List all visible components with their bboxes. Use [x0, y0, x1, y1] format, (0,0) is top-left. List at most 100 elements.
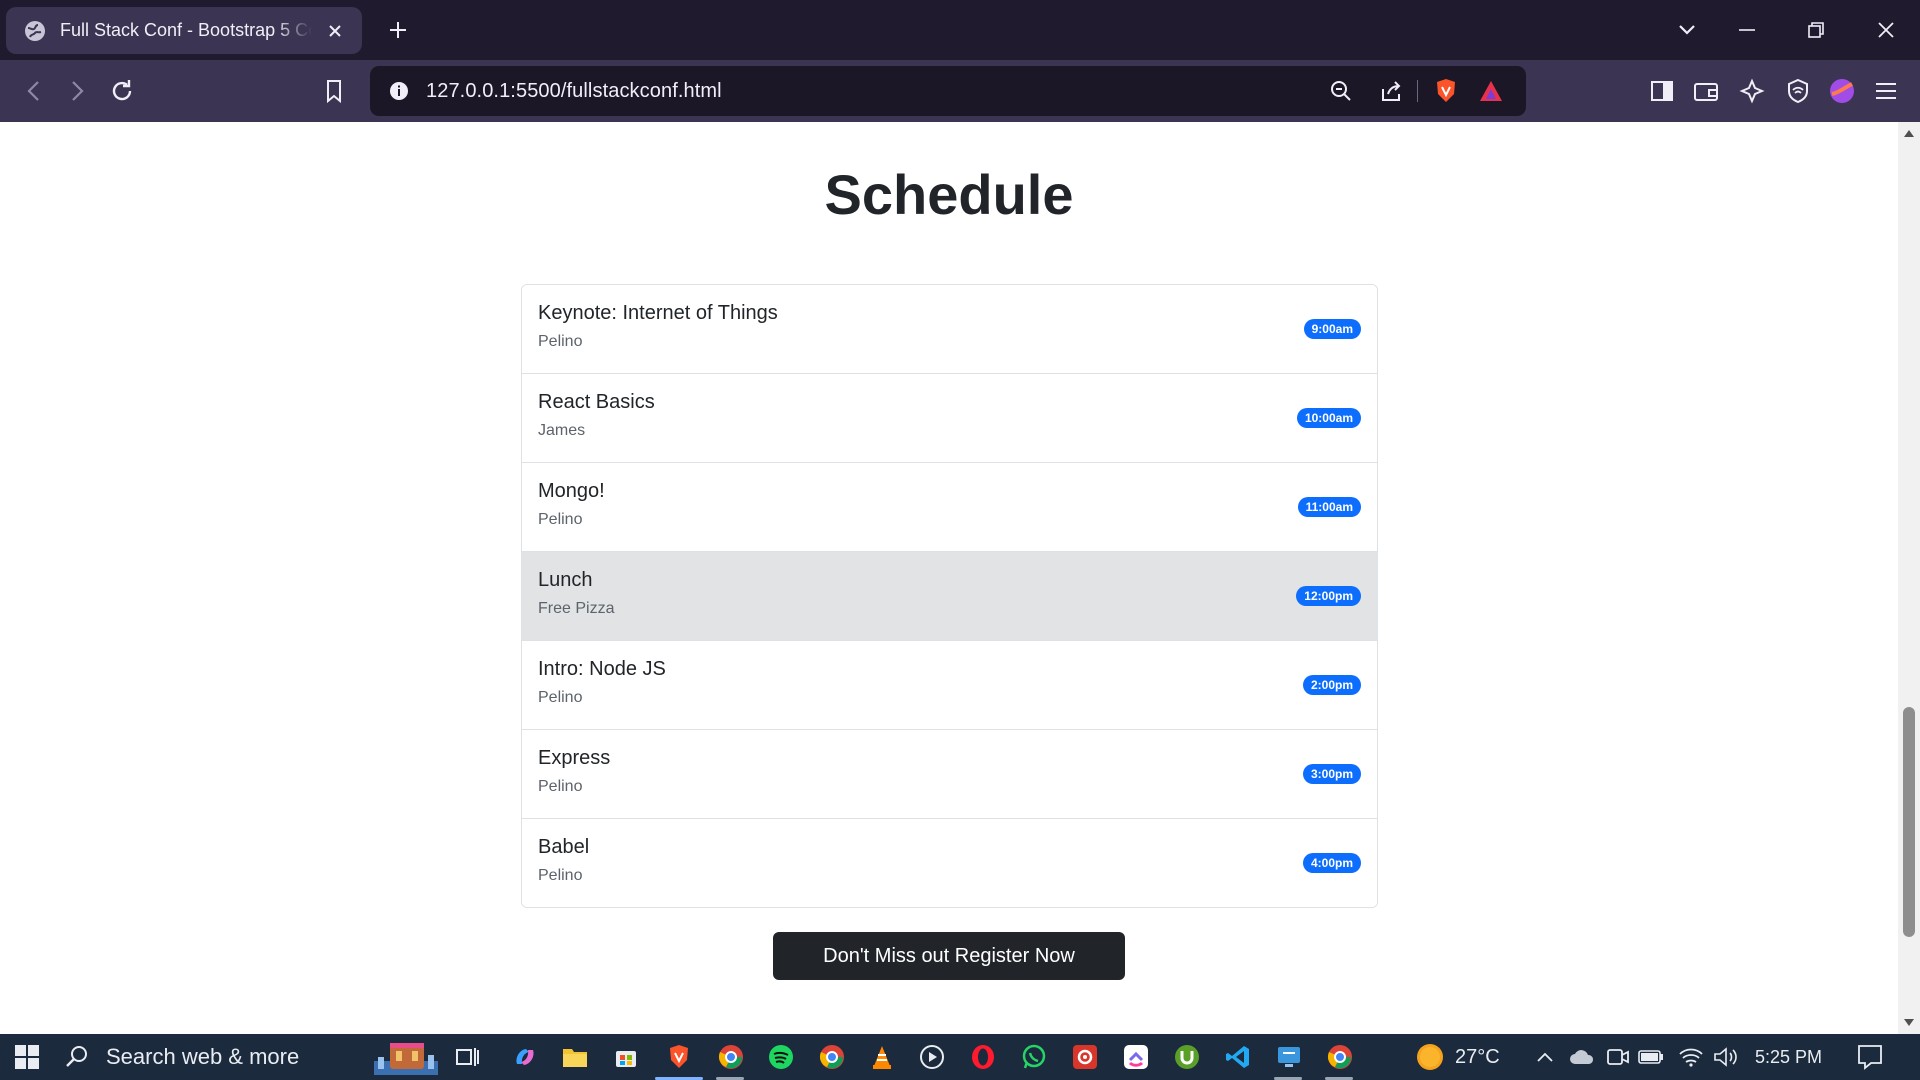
- time-badge: 2:00pm: [1302, 675, 1361, 695]
- camera-app-icon[interactable]: [1603, 1042, 1633, 1072]
- utorrent-icon[interactable]: [1172, 1042, 1202, 1072]
- globe-icon: [24, 20, 46, 42]
- time-badge: 10:00am: [1296, 408, 1361, 428]
- session-speaker: Free Pizza: [538, 600, 615, 617]
- time-badge: 3:00pm: [1302, 764, 1361, 784]
- session-speaker: James: [538, 422, 586, 439]
- tab-list-chevron-icon[interactable]: [1671, 14, 1703, 46]
- brave-rewards-icon[interactable]: [1476, 76, 1506, 106]
- page-scrollbar[interactable]: [1898, 122, 1920, 1034]
- tab-title: Full Stack Conf - Bootstrap 5 Conference: [60, 20, 312, 40]
- site-info-icon[interactable]: [384, 76, 414, 106]
- time-badge: 12:00pm: [1296, 586, 1361, 606]
- new-tab-icon[interactable]: [385, 17, 411, 43]
- vlc-icon[interactable]: [867, 1042, 897, 1072]
- windows-start-icon[interactable]: [12, 1042, 42, 1072]
- browser-toolbar: 127.0.0.1:5500/fullstackconf.html: [0, 60, 1920, 122]
- search-highlight-image-icon: [374, 1043, 438, 1075]
- schedule-item[interactable]: React Basics James 10:00am: [522, 373, 1377, 462]
- bookmark-icon[interactable]: [318, 75, 350, 107]
- sun-icon: [1417, 1044, 1443, 1070]
- app-gear-icon[interactable]: [1070, 1042, 1100, 1072]
- back-icon[interactable]: [18, 75, 50, 107]
- battery-icon[interactable]: [1636, 1042, 1666, 1072]
- schedule-item[interactable]: Keynote: Internet of Things Pelino 9:00a…: [522, 285, 1377, 373]
- opera-icon[interactable]: [968, 1042, 998, 1072]
- register-button[interactable]: Don't Miss out Register Now: [773, 932, 1125, 980]
- volume-icon[interactable]: [1711, 1042, 1741, 1072]
- leo-ai-icon[interactable]: [1736, 75, 1768, 107]
- chrome-alt-icon[interactable]: [1325, 1042, 1355, 1072]
- search-icon: [66, 1046, 87, 1067]
- schedule-item[interactable]: Intro: Node JS Pelino 2:00pm: [522, 640, 1377, 729]
- vpn-shield-icon[interactable]: [1782, 75, 1814, 107]
- media-player-icon[interactable]: [917, 1042, 947, 1072]
- onedrive-cloud-icon[interactable]: [1567, 1042, 1597, 1072]
- taskbar-search[interactable]: Search web & more: [64, 1034, 444, 1080]
- time-badge: 11:00am: [1297, 497, 1361, 517]
- profile-avatar-icon[interactable]: [1826, 75, 1858, 107]
- url-text[interactable]: 127.0.0.1:5500/fullstackconf.html: [426, 80, 722, 103]
- taskbar-clock[interactable]: 5:25 PM: [1755, 1047, 1822, 1068]
- page-viewport: Schedule Keynote: Internet of Things Pel…: [0, 122, 1898, 1034]
- session-speaker: Pelino: [538, 689, 583, 706]
- chrome-profile-icon[interactable]: [716, 1042, 746, 1072]
- session-speaker: Pelino: [538, 867, 583, 884]
- microsoft-store-icon[interactable]: [611, 1042, 641, 1072]
- session-title: Express: [538, 747, 611, 769]
- scroll-up-arrow-icon[interactable]: [1903, 128, 1915, 138]
- vscode-icon[interactable]: [1223, 1042, 1253, 1072]
- notification-center-icon[interactable]: [1855, 1042, 1885, 1072]
- address-bar[interactable]: 127.0.0.1:5500/fullstackconf.html: [370, 66, 1526, 116]
- session-title: Keynote: Internet of Things: [538, 302, 778, 324]
- chrome-icon[interactable]: [817, 1042, 847, 1072]
- page-title: Schedule: [824, 163, 1074, 226]
- schedule-item[interactable]: Babel Pelino 4:00pm: [522, 818, 1377, 907]
- task-view-icon[interactable]: [452, 1042, 482, 1072]
- forward-icon[interactable]: [61, 75, 93, 107]
- wifi-icon[interactable]: [1676, 1042, 1706, 1072]
- session-title: Babel: [538, 836, 590, 858]
- browser-tab[interactable]: Full Stack Conf - Bootstrap 5 Conference: [6, 7, 362, 54]
- copilot-icon[interactable]: [510, 1042, 540, 1072]
- session-title: React Basics: [538, 391, 655, 413]
- temperature: 27°C: [1455, 1045, 1500, 1068]
- remote-desktop-icon[interactable]: [1274, 1042, 1304, 1072]
- sidebar-icon[interactable]: [1646, 75, 1678, 107]
- minimize-icon[interactable]: [1731, 14, 1763, 46]
- scroll-thumb[interactable]: [1903, 707, 1915, 937]
- schedule-item-active[interactable]: Lunch Free Pizza 12:00pm: [522, 551, 1377, 640]
- search-placeholder: Search web & more: [106, 1044, 300, 1069]
- show-hidden-icons-chevron-icon[interactable]: [1530, 1042, 1560, 1072]
- session-title: Intro: Node JS: [538, 658, 666, 680]
- weather-widget[interactable]: 27°C: [1415, 1034, 1500, 1080]
- brave-shields-icon[interactable]: [1431, 76, 1461, 106]
- browser-tab-strip: Full Stack Conf - Bootstrap 5 Conference: [0, 0, 1920, 60]
- restore-icon[interactable]: [1800, 14, 1832, 46]
- scroll-down-arrow-icon[interactable]: [1903, 1018, 1915, 1028]
- zoom-icon[interactable]: [1326, 76, 1356, 106]
- url-separator: [1417, 80, 1418, 102]
- close-tab-icon[interactable]: [322, 18, 348, 44]
- whatsapp-icon[interactable]: [1019, 1042, 1049, 1072]
- spotify-icon[interactable]: [766, 1042, 796, 1072]
- share-icon[interactable]: [1376, 76, 1406, 106]
- session-speaker: Pelino: [538, 778, 583, 795]
- schedule-list: Keynote: Internet of Things Pelino 9:00a…: [521, 284, 1378, 908]
- session-title: Lunch: [538, 569, 593, 591]
- file-explorer-icon[interactable]: [560, 1042, 590, 1072]
- brave-browser-icon[interactable]: [664, 1042, 694, 1072]
- clickup-icon[interactable]: [1121, 1042, 1151, 1072]
- schedule-item[interactable]: Express Pelino 3:00pm: [522, 729, 1377, 818]
- session-speaker: Pelino: [538, 511, 583, 528]
- schedule-item[interactable]: Mongo! Pelino 11:00am: [522, 462, 1377, 551]
- time-badge: 9:00am: [1303, 319, 1361, 339]
- windows-taskbar: Search web & more 27°C 5:25 PM: [0, 1034, 1920, 1080]
- reload-icon[interactable]: [106, 75, 138, 107]
- session-title: Mongo!: [538, 480, 605, 502]
- close-window-icon[interactable]: [1870, 14, 1902, 46]
- session-speaker: Pelino: [538, 333, 583, 350]
- time-badge: 4:00pm: [1302, 853, 1361, 873]
- wallet-icon[interactable]: [1690, 75, 1722, 107]
- menu-icon[interactable]: [1870, 75, 1902, 107]
